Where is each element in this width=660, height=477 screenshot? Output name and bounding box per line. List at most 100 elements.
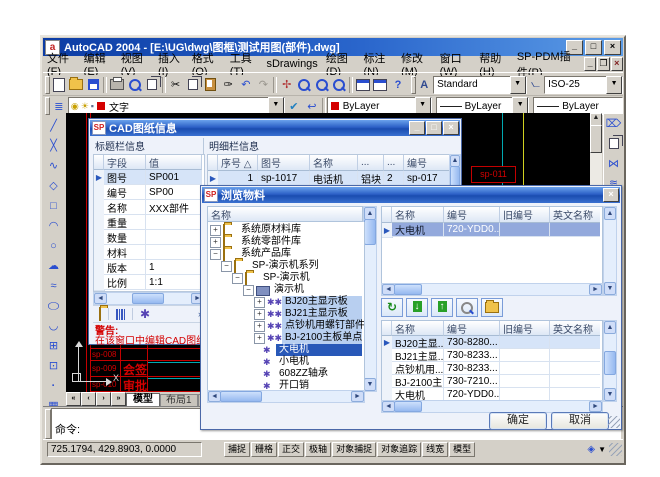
scroll-down-icon[interactable]: ▼ (604, 388, 616, 401)
new-icon[interactable] (50, 75, 68, 94)
tree-item[interactable]: 系统产品库 (208, 248, 364, 260)
zoom-window-icon[interactable] (313, 75, 331, 94)
toggle-osnap[interactable]: 对象捕捉 (332, 442, 376, 457)
table-cell[interactable]: 1 (218, 171, 258, 186)
barcode-icon[interactable] (116, 309, 125, 320)
match-properties-icon[interactable]: ✑ (219, 75, 237, 94)
toggle-grid[interactable]: 栅格 (251, 442, 277, 457)
top-table-hscrollbar[interactable]: ◄ ► (381, 283, 603, 296)
bottom-table-vscrollbar[interactable]: ▲ ▼ (603, 320, 617, 402)
table-cell[interactable]: 1:1 (146, 275, 202, 290)
communication-center-icon[interactable]: ◈ (587, 444, 595, 455)
column-header[interactable]: 英文名称 (550, 321, 600, 336)
tree-item[interactable]: ✱小电机 (208, 356, 364, 368)
table-cell[interactable]: 铝块 (358, 171, 384, 186)
table-cell[interactable]: 大电机 (392, 223, 444, 237)
search-icon[interactable] (456, 298, 478, 317)
properties-folder-icon[interactable] (481, 298, 503, 317)
chevron-down-icon[interactable]: ▼ (606, 76, 622, 94)
table-cell[interactable]: 名称 (104, 200, 146, 215)
text-style-combo[interactable]: Standard▼ (433, 76, 527, 94)
top-table-vscrollbar[interactable]: ▲ ▼ (603, 206, 617, 296)
table-cell[interactable] (146, 230, 202, 245)
table-cell[interactable]: 比例 (104, 275, 146, 290)
redo-icon[interactable]: ↷ (255, 75, 273, 94)
column-header[interactable]: 值 (146, 155, 202, 170)
mdi-minimize-button[interactable]: _ (584, 57, 596, 71)
table-cell[interactable] (500, 362, 550, 375)
table-cell[interactable]: BJ-2100主... (392, 375, 444, 388)
rectangle-icon[interactable]: □ (44, 196, 63, 215)
table-cell[interactable]: 电话机 (310, 171, 358, 186)
table-cell[interactable]: sp-1017 (258, 171, 310, 186)
tree-item[interactable]: ✱✱点钞机用螺钉部件 (208, 320, 364, 332)
table-cell[interactable]: 点钞机用... (392, 362, 444, 375)
dialog-close-button[interactable]: × (603, 188, 619, 202)
zoom-realtime-icon[interactable] (296, 75, 314, 94)
pan-icon[interactable]: ✢ (278, 75, 296, 94)
copy-icon[interactable] (184, 75, 202, 94)
publish-icon[interactable] (143, 75, 161, 94)
table-cell[interactable]: 图号 (104, 170, 146, 185)
tab-prev-icon[interactable]: ‹ (81, 392, 96, 406)
point-icon[interactable]: · (44, 376, 63, 395)
cut-icon[interactable]: ✂ (167, 75, 185, 94)
coordinates-display[interactable]: 725.1794, 429.8903, 0.0000 (47, 442, 202, 457)
scrollbar-thumb[interactable] (604, 351, 616, 375)
plot-icon[interactable] (108, 75, 126, 94)
table-cell[interactable]: BJ21主显... (392, 349, 444, 362)
tree-hscrollbar[interactable]: ◄ ► (207, 390, 365, 403)
ellipse-icon[interactable]: ◯ (44, 299, 63, 312)
column-header[interactable]: 旧编号 (500, 321, 550, 336)
table-cell[interactable]: 重量 (104, 215, 146, 230)
polygon-icon[interactable]: ◇ (44, 176, 63, 195)
toggle-otrack[interactable]: 对象追踪 (377, 442, 421, 457)
polyline-icon[interactable]: ∿ (44, 156, 63, 175)
scroll-up-icon[interactable]: ▲ (604, 207, 616, 220)
column-header[interactable]: 字段 (104, 155, 146, 170)
scrollbar-thumb[interactable] (394, 401, 422, 412)
undo-icon[interactable]: ↶ (237, 75, 255, 94)
table-cell[interactable]: 730-8280... (444, 336, 500, 349)
table-cell[interactable]: 1 (146, 260, 202, 275)
scroll-down-icon[interactable]: ▼ (604, 282, 616, 295)
plot-preview-icon[interactable] (126, 75, 144, 94)
ok-button[interactable]: 确定 (489, 412, 547, 430)
titleblock-hscrollbar[interactable]: ◄ ► (93, 292, 205, 305)
designcenter-icon[interactable] (372, 75, 390, 94)
scrollbar-thumb[interactable] (220, 391, 262, 402)
column-header[interactable]: ... (384, 155, 404, 171)
table-cell[interactable]: 编号 (104, 185, 146, 200)
table-cell[interactable] (550, 336, 600, 349)
tab-next-icon[interactable]: › (96, 392, 111, 406)
mdi-close-button[interactable]: × (611, 57, 623, 71)
column-header[interactable]: 名称 (392, 321, 444, 336)
table-cell[interactable]: BJ20主显... (392, 336, 444, 349)
ellipse-arc-icon[interactable]: ◡ (44, 316, 63, 335)
help-icon[interactable]: ? (389, 75, 407, 94)
tree-vscrollbar[interactable]: ▲ ▼ (363, 206, 377, 392)
dialog-minimize-button[interactable]: _ (409, 121, 425, 135)
table-cell[interactable] (550, 223, 600, 237)
column-header[interactable]: 旧编号 (500, 207, 550, 223)
open-record-icon[interactable] (99, 308, 101, 320)
toggle-ortho[interactable]: 正交 (278, 442, 304, 457)
table-cell[interactable] (500, 375, 550, 388)
table-cell[interactable] (550, 375, 600, 388)
scrollbar-thumb[interactable] (394, 284, 422, 295)
construction-line-icon[interactable]: ╳ (44, 136, 63, 155)
status-dropdown-icon[interactable]: ▼ (598, 445, 606, 454)
chevron-down-icon[interactable]: ▼ (510, 76, 526, 94)
column-header[interactable]: 图号 (258, 155, 310, 171)
revcloud-icon[interactable]: ☁ (44, 256, 63, 275)
arc-icon[interactable]: ◠ (44, 216, 63, 235)
line-icon[interactable]: ╱ (44, 116, 63, 135)
column-header[interactable]: 编号 (404, 155, 450, 171)
zoom-previous-icon[interactable] (331, 75, 349, 94)
table-cell[interactable]: XXX部件 (146, 200, 202, 215)
transfer-icon[interactable]: ↻ (381, 298, 403, 317)
tree-item[interactable]: SP-演示机系列 (208, 260, 364, 272)
scrollbar-thumb[interactable] (132, 293, 164, 304)
scroll-right-icon[interactable]: ► (589, 284, 602, 295)
table-cell[interactable]: sp-017 (404, 171, 450, 186)
